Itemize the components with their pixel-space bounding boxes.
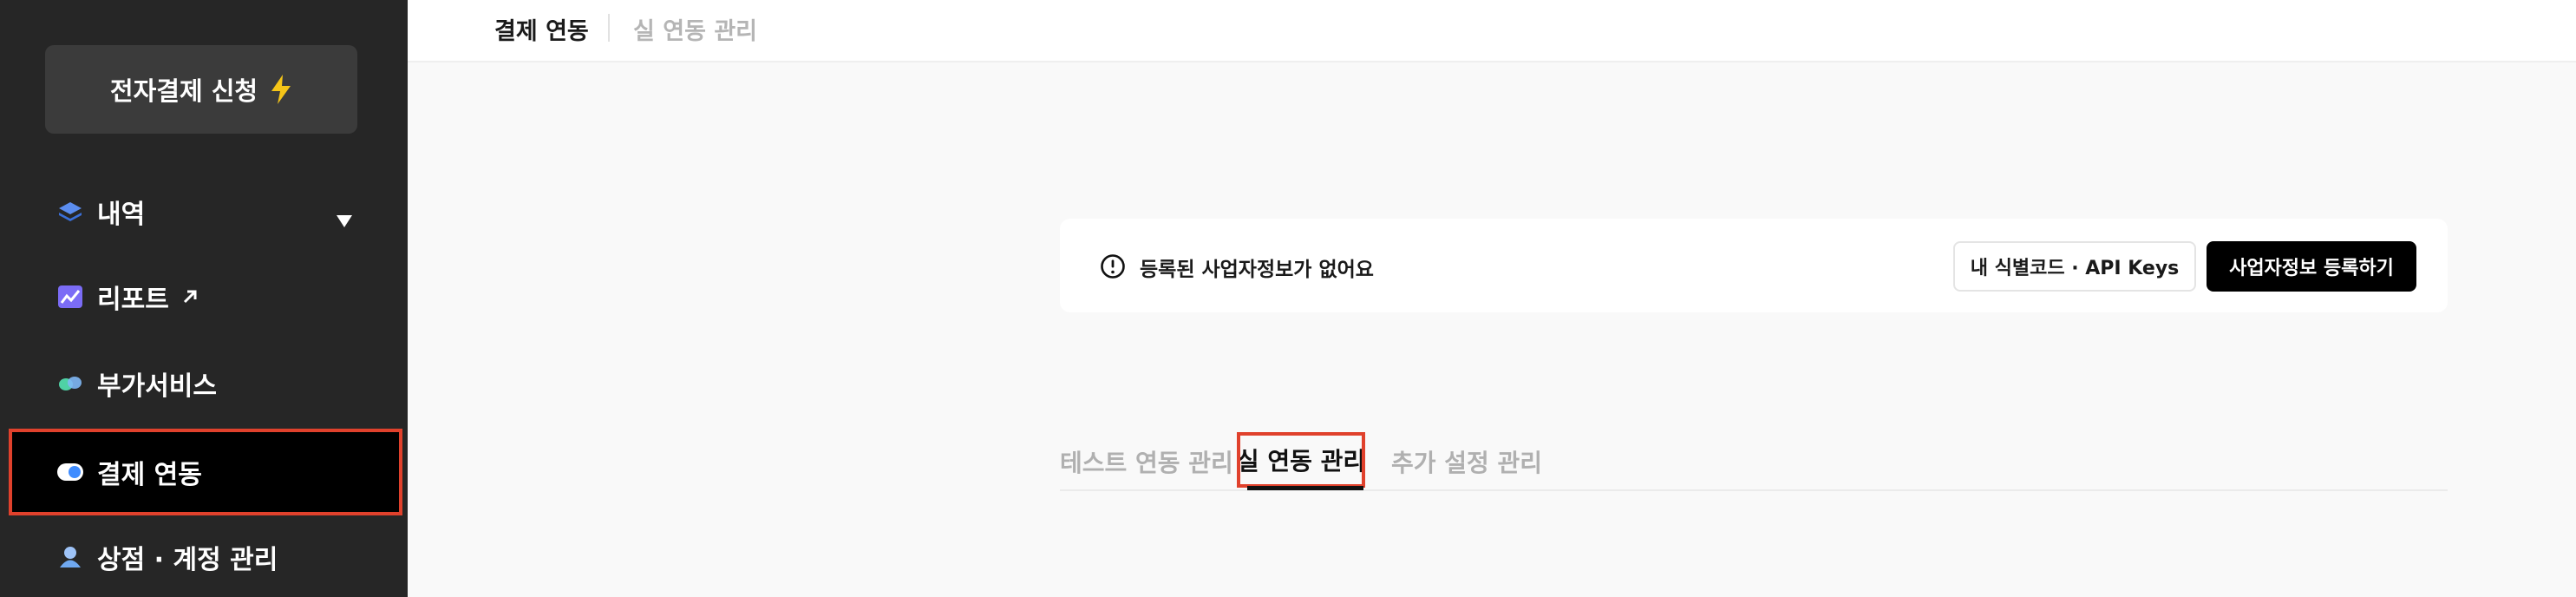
- chart-icon: [57, 284, 83, 310]
- tab-additional-settings[interactable]: 추가 설정 관리: [1391, 444, 1542, 479]
- header-tab-payment-integration[interactable]: 결제 연동: [494, 12, 589, 46]
- active-tab-indicator: [1247, 486, 1363, 490]
- sidebar-item-payment-integration[interactable]: 결제 연동: [9, 429, 402, 515]
- header-divider: [608, 14, 610, 42]
- sidebar-item-history[interactable]: 내역: [10, 170, 401, 253]
- sidebar: 전자결제 신청 내역 리포트 부가서비스 결제 연동 상점 · 계정 관리: [0, 0, 408, 597]
- sidebar-item-label: 상점 · 계정 관리: [97, 545, 278, 575]
- sidebar-item-label: 부가서비스: [97, 371, 217, 402]
- business-info-notice: 등록된 사업자정보가 없어요 내 식별코드 · API Keys 사업자정보 등…: [1060, 219, 2448, 312]
- toggle-icon: [57, 459, 83, 485]
- store-icon: [57, 544, 83, 570]
- sidebar-item-label: 리포트: [97, 285, 169, 315]
- external-link-icon: [181, 288, 199, 305]
- api-keys-button[interactable]: 내 식별코드 · API Keys: [1953, 241, 2196, 292]
- tab-live-integration[interactable]: 실 연동 관리: [1237, 432, 1365, 488]
- addon-icon: [57, 371, 83, 397]
- alert-circle-icon: [1100, 253, 1126, 279]
- payment-apply-button[interactable]: 전자결제 신청: [45, 45, 357, 134]
- layers-icon: [57, 199, 83, 225]
- sidebar-item-label: 내역: [97, 200, 146, 230]
- sidebar-item-addon-services[interactable]: 부가서비스: [10, 342, 401, 425]
- lightning-icon: [270, 75, 292, 104]
- chevron-down-icon[interactable]: [337, 204, 352, 234]
- payment-apply-label: 전자결제 신청: [109, 76, 258, 106]
- header-tab-live-integration[interactable]: 실 연동 관리: [633, 12, 757, 46]
- tab-test-integration[interactable]: 테스트 연동 관리: [1060, 444, 1233, 479]
- top-header: 결제 연동 실 연동 관리: [408, 0, 2576, 62]
- integration-subtabs: 테스트 연동 관리 실 연동 관리 추가 설정 관리: [1060, 432, 2448, 491]
- register-business-button[interactable]: 사업자정보 등록하기: [2207, 241, 2416, 292]
- notice-message: 등록된 사업자정보가 없어요: [1140, 259, 1374, 281]
- sidebar-item-store-account[interactable]: 상점 · 계정 관리: [10, 515, 401, 597]
- sidebar-item-label: 결제 연동: [97, 460, 202, 490]
- sidebar-item-report[interactable]: 리포트: [10, 255, 401, 338]
